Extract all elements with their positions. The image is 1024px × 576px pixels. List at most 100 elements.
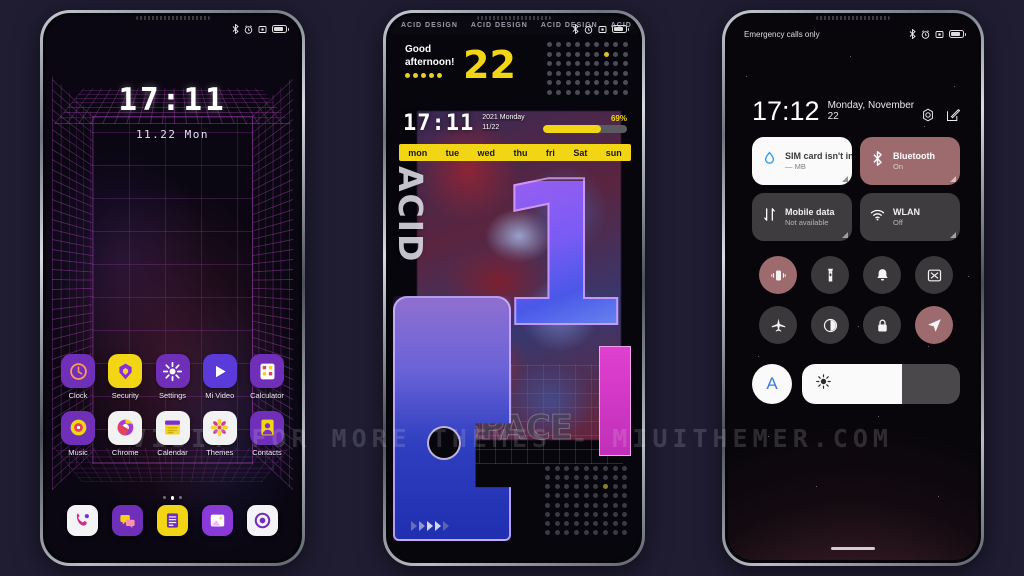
- matrix-dot: [564, 466, 570, 471]
- matrix-dot: [574, 502, 579, 508]
- tile-wlan[interactable]: WLAN Off: [860, 193, 960, 241]
- matrix-dot: [584, 51, 590, 57]
- settings-gear-icon[interactable]: [921, 108, 935, 122]
- matrix-dot: [612, 520, 618, 526]
- toggle-ringer[interactable]: [863, 256, 901, 294]
- matrix-dot: [545, 466, 550, 471]
- flashlight-icon: [827, 268, 833, 282]
- page-indicator[interactable]: [46, 496, 299, 500]
- phone-1-screen: 17:11 11.22 Mon Clock Security Settings Mi …: [46, 16, 299, 560]
- app-calendar[interactable]: Calendar: [151, 410, 195, 457]
- tile-sim-card-isn-t-in[interactable]: SIM card isn't in — MB: [752, 137, 852, 185]
- page-dot[interactable]: [179, 496, 183, 499]
- alarm-icon: [921, 29, 930, 39]
- matrix-dot: [612, 529, 618, 535]
- home-indicator[interactable]: [831, 547, 875, 550]
- matrix-dot: [564, 484, 570, 490]
- app-icon-shield-icon[interactable]: [108, 354, 143, 388]
- app-row-1: Clock Security Settings Mi Video Calculator: [56, 354, 289, 400]
- app-music[interactable]: Music: [56, 410, 100, 457]
- app-icon-clock-icon[interactable]: [61, 354, 95, 388]
- app-settings[interactable]: Settings: [151, 354, 195, 400]
- matrix-dot: [554, 529, 560, 535]
- matrix-dot: [575, 70, 581, 76]
- matrix-dot: [556, 42, 562, 47]
- phone-2-themed-lock-screen: ACID DESIGNACID DESIGNACID DESIGNACID DE…: [383, 10, 645, 566]
- matrix-dot: [594, 89, 600, 95]
- dock-gallery[interactable]: [202, 505, 233, 536]
- app-icon-music-disc-icon[interactable]: [61, 410, 95, 445]
- bluetooth-icon: [572, 24, 579, 34]
- music-disc-icon: [70, 419, 86, 436]
- battery-percent: 69%: [610, 113, 627, 123]
- toggle-airplane-mode[interactable]: [759, 306, 797, 344]
- dock-phone[interactable]: [67, 505, 98, 536]
- app-security[interactable]: Security: [103, 354, 147, 400]
- app-icon-contacts-person-icon[interactable]: [250, 410, 284, 445]
- weekday-mon[interactable]: mon: [408, 148, 427, 158]
- page-dot[interactable]: [170, 496, 175, 500]
- toggle-screenshot[interactable]: [915, 256, 953, 294]
- alarm-icon: [584, 24, 593, 34]
- tile-icon-mobile-data-arrows-icon: [761, 206, 778, 228]
- toggle-lock[interactable]: [863, 306, 901, 344]
- matrix-dot: [612, 475, 618, 481]
- app-clock[interactable]: Clock: [56, 354, 100, 400]
- app-mi-video[interactable]: Mi Video: [198, 354, 242, 400]
- star: [746, 76, 747, 77]
- matrix-dot: [565, 42, 571, 47]
- app-icon-play-icon[interactable]: [202, 354, 237, 388]
- matrix-dot: [612, 466, 618, 471]
- matrix-dot: [583, 493, 589, 499]
- app-themes[interactable]: Themes: [198, 410, 242, 457]
- app-icon-calculator-icon[interactable]: [250, 354, 284, 388]
- tile-bluetooth[interactable]: Bluetooth On: [860, 137, 960, 185]
- page-dot[interactable]: [162, 496, 166, 499]
- screenshot-stage: 17:11 11.22 Mon Clock Security Settings Mi …: [0, 0, 1024, 576]
- edit-pencil-icon[interactable]: [946, 108, 960, 122]
- tile-expand-corner[interactable]: [842, 176, 848, 182]
- key-shape-graphic: [393, 296, 511, 541]
- data-usage-drop-icon: [764, 151, 775, 164]
- app-icon-calendar-icon[interactable]: [155, 410, 190, 445]
- tile-expand-corner[interactable]: [950, 232, 956, 238]
- matrix-dot: [603, 493, 608, 499]
- app-icon-chrome-icon[interactable]: [108, 410, 143, 445]
- weekday-tue[interactable]: tue: [446, 148, 460, 158]
- dock-browser[interactable]: [247, 505, 278, 536]
- tile-subtitle: Off: [893, 217, 903, 227]
- toggle-dark-mode[interactable]: [811, 306, 849, 344]
- message-bubble-icon: [120, 514, 135, 529]
- app-chrome[interactable]: Chrome: [103, 410, 147, 457]
- tile-mobile-data[interactable]: Mobile data Not available: [752, 193, 852, 241]
- toggle-flashlight[interactable]: [811, 256, 849, 294]
- tile-expand-corner[interactable]: [950, 176, 956, 182]
- slide-arrows[interactable]: [411, 521, 449, 531]
- dock-messages[interactable]: [112, 505, 143, 536]
- matrix-dot: [554, 484, 560, 490]
- app-calculator[interactable]: Calculator: [245, 354, 289, 400]
- tile-icon-wifi-icon: [869, 206, 886, 228]
- dock-notes[interactable]: [157, 505, 188, 536]
- toggle-vibrate[interactable]: [759, 256, 797, 294]
- auto-brightness-button[interactable]: A: [752, 364, 792, 404]
- matrix-dot: [622, 61, 628, 66]
- phone-1-body: 17:11 11.22 Mon Clock Security Settings Mi …: [43, 13, 302, 563]
- app-icon-themes-flower-icon[interactable]: [202, 410, 237, 445]
- brightness-slider[interactable]: [802, 364, 960, 404]
- app-icon-gear-icon[interactable]: [155, 354, 190, 388]
- app-contacts[interactable]: Contacts: [245, 410, 289, 457]
- matrix-dot: [583, 520, 589, 526]
- app-label: Settings: [158, 391, 187, 400]
- app-label: Contacts: [252, 447, 282, 457]
- matrix-dot: [547, 42, 552, 47]
- matrix-dot: [603, 484, 608, 490]
- tile-expand-corner[interactable]: [842, 232, 848, 238]
- circle-toggle-grid: [752, 256, 960, 344]
- toggle-location[interactable]: [915, 306, 953, 344]
- matrix-dot: [583, 475, 589, 481]
- quick-actions: [921, 108, 960, 122]
- star: [758, 356, 759, 357]
- matrix-dot: [593, 493, 599, 499]
- tile-title: WLAN: [893, 206, 920, 217]
